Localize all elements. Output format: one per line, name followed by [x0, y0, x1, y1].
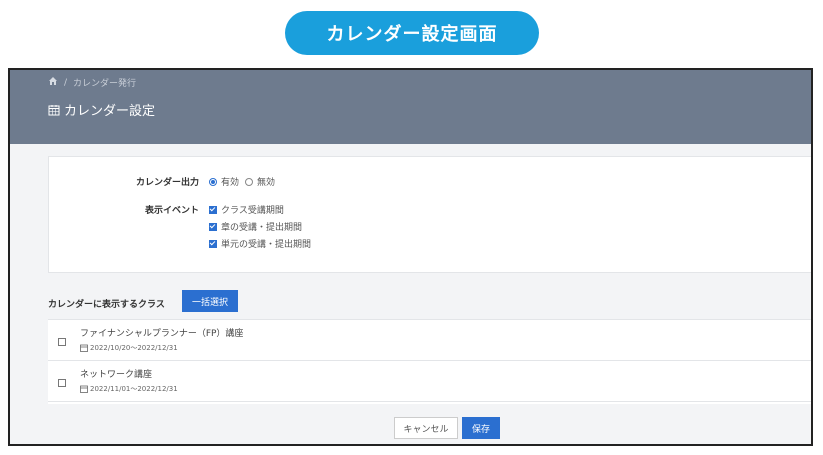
class-name: ネットワーク講座 [80, 370, 153, 380]
breadcrumb: / カレンダー発行 [48, 76, 136, 89]
home-icon[interactable] [48, 76, 58, 89]
calendar-icon [48, 104, 60, 116]
cancel-button[interactable]: キャンセル [394, 417, 458, 439]
display-events-label: 表示イベント [144, 206, 199, 216]
class-checkbox[interactable] [58, 379, 66, 387]
calendar-icon [80, 385, 88, 393]
class-period-text: 2022/11/01〜2022/12/31 [90, 385, 178, 393]
radio-disabled-label: 無効 [257, 178, 276, 188]
class-period: 2022/10/20〜2022/12/31 [80, 343, 178, 353]
list-item[interactable]: ファイナンシャルプランナー（FP）講座 2022/10/20〜2022/12/3… [48, 320, 811, 361]
event-label: 章の受講・提出期間 [221, 223, 303, 233]
select-all-button[interactable]: 一括選択 [182, 290, 238, 312]
checkbox-unit-period[interactable] [209, 239, 217, 248]
breadcrumb-item[interactable]: カレンダー発行 [73, 76, 136, 89]
class-name: ファイナンシャルプランナー（FP）講座 [80, 329, 244, 339]
app-window: / カレンダー発行 カレンダー設定 カレンダー出力 有効 無効 表示イベント ク… [8, 68, 813, 446]
event-option-chapter-period[interactable]: 章の受講・提出期間 [209, 220, 302, 233]
class-period-text: 2022/10/20〜2022/12/31 [90, 344, 178, 352]
calendar-output-label: カレンダー出力 [135, 178, 199, 188]
class-list: ファイナンシャルプランナー（FP）講座 2022/10/20〜2022/12/3… [48, 319, 811, 404]
event-label: 単元の受講・提出期間 [221, 240, 312, 250]
screen-title-banner: カレンダー設定画面 [285, 11, 539, 55]
screen-title: カレンダー設定画面 [326, 24, 498, 45]
classes-section-label: カレンダーに表示するクラス [48, 300, 165, 310]
checkbox-class-period[interactable] [209, 205, 217, 214]
output-option-enabled[interactable]: 有効 [209, 175, 239, 188]
class-checkbox[interactable] [58, 338, 66, 346]
save-button[interactable]: 保存 [462, 417, 500, 439]
checkbox-chapter-period[interactable] [209, 222, 217, 231]
page-title: カレンダー設定 [48, 100, 155, 119]
event-label: クラス受講期間 [221, 206, 284, 216]
radio-disabled[interactable] [245, 177, 253, 186]
output-option-disabled[interactable]: 無効 [245, 175, 275, 188]
page-title-text: カレンダー設定 [64, 104, 156, 119]
event-option-unit-period[interactable]: 単元の受講・提出期間 [209, 237, 311, 250]
radio-enabled-label: 有効 [221, 178, 240, 188]
event-option-class-period[interactable]: クラス受講期間 [209, 203, 284, 216]
calendar-icon [80, 344, 88, 352]
page-header: / カレンダー発行 カレンダー設定 [10, 70, 811, 144]
list-item[interactable]: ネットワーク講座 2022/11/01〜2022/12/31 [48, 361, 811, 402]
breadcrumb-separator: / [64, 77, 68, 88]
radio-enabled[interactable] [209, 177, 217, 186]
settings-card: カレンダー出力 有効 無効 表示イベント クラス受講期間 章の受講・提出期間 単… [48, 156, 811, 273]
class-period: 2022/11/01〜2022/12/31 [80, 384, 178, 394]
